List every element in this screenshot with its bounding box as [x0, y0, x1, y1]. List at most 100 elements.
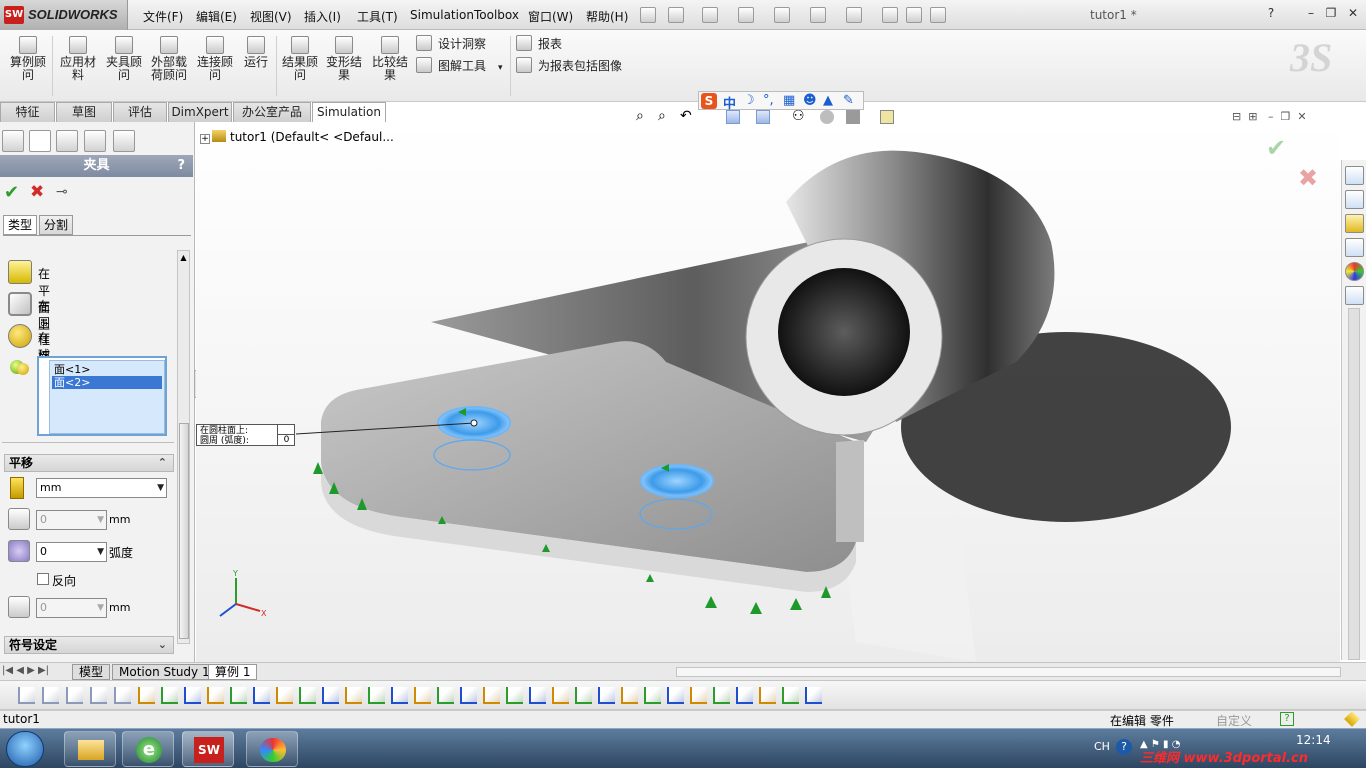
- feature-tree-icon[interactable]: [2, 130, 24, 152]
- vertical-scrollbar[interactable]: [1348, 308, 1360, 660]
- status-help-icon[interactable]: ?: [1280, 712, 1294, 726]
- symbol-settings-header[interactable]: 符号设定 ⌄: [4, 636, 174, 654]
- tab-scroll-arrows[interactable]: |◀ ◀ ▶ ▶|: [2, 665, 49, 676]
- report-button[interactable]: 报表: [516, 35, 562, 53]
- animate-icon[interactable]: [782, 687, 799, 704]
- taskbar-paint[interactable]: [246, 731, 298, 767]
- tab-evaluate[interactable]: 评估: [113, 102, 167, 122]
- probe-icon[interactable]: [667, 687, 684, 704]
- zoom-area-icon[interactable]: ⌕: [658, 108, 666, 124]
- cancel-x-icon[interactable]: ✖: [30, 182, 44, 202]
- zoom-to-fit-icon[interactable]: ⌕: [636, 108, 644, 124]
- weld-icon[interactable]: [552, 687, 569, 704]
- centrifugal-icon[interactable]: [345, 687, 362, 704]
- translation-section-header[interactable]: 平移 ⌃: [4, 454, 174, 472]
- save-icon[interactable]: [738, 7, 754, 23]
- taskbar-explorer[interactable]: [64, 731, 116, 767]
- hole-2-highlight[interactable]: [640, 464, 714, 498]
- appearances-icon[interactable]: [1345, 262, 1364, 281]
- pm-help-icon[interactable]: ?: [177, 155, 185, 177]
- print-icon[interactable]: [774, 7, 790, 23]
- ok-check-icon[interactable]: ✔: [4, 182, 19, 203]
- reverse-checkbox[interactable]: [37, 573, 49, 585]
- configuration-icon[interactable]: [56, 130, 78, 152]
- face-selection-list[interactable]: 面<1> 面<2>: [37, 356, 167, 436]
- restore-button[interactable]: ❐: [1322, 6, 1340, 22]
- external-loads-button[interactable]: 外部载荷顾问: [148, 34, 190, 98]
- skin-icon[interactable]: ▲: [823, 93, 833, 108]
- mass-icon[interactable]: [414, 687, 431, 704]
- split-view-2-icon[interactable]: ⊞: [1248, 110, 1257, 123]
- undo-icon[interactable]: [810, 7, 826, 23]
- results-advisor-button[interactable]: 结果顾问: [280, 34, 320, 98]
- viewport-close-icon[interactable]: ✕: [1297, 110, 1306, 123]
- connections-advisor-button[interactable]: 连接顾问: [194, 34, 236, 98]
- deformed-result-button[interactable]: 变形结果: [324, 34, 364, 98]
- fixture-2-icon[interactable]: [161, 687, 178, 704]
- resources-icon[interactable]: [1345, 190, 1364, 209]
- status-custom[interactable]: 自定义: [1216, 712, 1252, 729]
- subtab-split[interactable]: 分割: [39, 215, 73, 235]
- split-view-icon[interactable]: ⊟: [1232, 110, 1241, 123]
- mesh-icon[interactable]: [598, 687, 615, 704]
- moon-icon[interactable]: ☽: [743, 93, 755, 108]
- tab-sketch[interactable]: 草图: [56, 102, 112, 122]
- open-icon[interactable]: [702, 7, 718, 23]
- scroll-thumb[interactable]: [179, 423, 189, 639]
- compare-results-button[interactable]: 比较结果: [370, 34, 410, 98]
- confirm-corner-ok-icon[interactable]: ✔: [1266, 134, 1286, 162]
- scene-icon[interactable]: [846, 110, 860, 124]
- section-icon[interactable]: [736, 687, 753, 704]
- tab-model[interactable]: 模型: [72, 664, 111, 680]
- new-document-icon[interactable]: [668, 7, 684, 23]
- gravity-icon[interactable]: [322, 687, 339, 704]
- ime-toolbar[interactable]: S 中 ☽ °, ▦ ☻ ▲ ✎: [698, 91, 864, 112]
- taskbar-solidworks[interactable]: SW: [182, 731, 234, 767]
- bolt-icon[interactable]: [529, 687, 546, 704]
- appearance-icon[interactable]: [820, 110, 834, 124]
- previous-view-icon[interactable]: ↶: [680, 108, 692, 124]
- tab-features[interactable]: 特征: [0, 102, 55, 122]
- confirm-corner-cancel-icon[interactable]: ✖: [1298, 164, 1318, 192]
- study-advisor-button[interactable]: 算例顾问: [6, 34, 50, 98]
- direction-3-input[interactable]: 0 ▼: [36, 598, 107, 618]
- tab-office[interactable]: 办公室产品: [233, 102, 311, 122]
- filter-3-icon[interactable]: [66, 687, 83, 704]
- expand-icon[interactable]: ⌄: [158, 637, 167, 653]
- tab-dimxpert[interactable]: DimXpert: [168, 102, 232, 122]
- options-icon[interactable]: [930, 7, 946, 23]
- wrench-icon[interactable]: ✎: [843, 93, 854, 108]
- horizontal-scrollbar[interactable]: [676, 667, 1341, 677]
- pin-icon[interactable]: [506, 687, 523, 704]
- menu-view[interactable]: 视图(V): [250, 8, 292, 25]
- select-icon[interactable]: [846, 7, 862, 23]
- fixtures-advisor-button[interactable]: 夹具顾问: [104, 34, 144, 98]
- expand-icon[interactable]: +: [200, 134, 210, 144]
- keyboard-icon[interactable]: ▦: [783, 93, 795, 108]
- plot-icon[interactable]: [713, 687, 730, 704]
- menu-insert[interactable]: 插入(I): [304, 8, 341, 25]
- menu-tools[interactable]: 工具(T): [357, 8, 398, 25]
- list-icon[interactable]: [690, 687, 707, 704]
- graphics-area[interactable]: Y X + tutor1 (Default< <Defaul... ⌕ ⌕ ↶ ⚇…: [196, 108, 1340, 662]
- taskbar-ie[interactable]: e: [122, 731, 174, 767]
- remote-icon[interactable]: [391, 687, 408, 704]
- tab-simulation[interactable]: Simulation: [312, 102, 386, 123]
- apply-material-button[interactable]: 应用材料: [56, 34, 100, 98]
- filter-2-icon[interactable]: [42, 687, 59, 704]
- sogou-icon[interactable]: S: [701, 93, 717, 109]
- menu-edit[interactable]: 编辑(E): [196, 8, 237, 25]
- pin-icon[interactable]: [640, 7, 656, 23]
- user-icon[interactable]: ☻: [803, 93, 817, 108]
- collapse-icon[interactable]: ⌃: [158, 455, 167, 471]
- clock-time[interactable]: 12:14: [1296, 733, 1331, 747]
- view-settings-icon[interactable]: [880, 110, 894, 124]
- unit-select[interactable]: mm ▼: [36, 478, 167, 498]
- iso-icon[interactable]: [759, 687, 776, 704]
- geometry-icon[interactable]: [184, 687, 201, 704]
- viewport-minimize-icon[interactable]: –: [1268, 110, 1274, 123]
- file-explorer-icon[interactable]: [1345, 238, 1364, 257]
- list-item[interactable]: 面<2>: [52, 376, 162, 389]
- start-button[interactable]: [6, 731, 44, 767]
- panel-scrollbar[interactable]: ▲: [177, 250, 190, 644]
